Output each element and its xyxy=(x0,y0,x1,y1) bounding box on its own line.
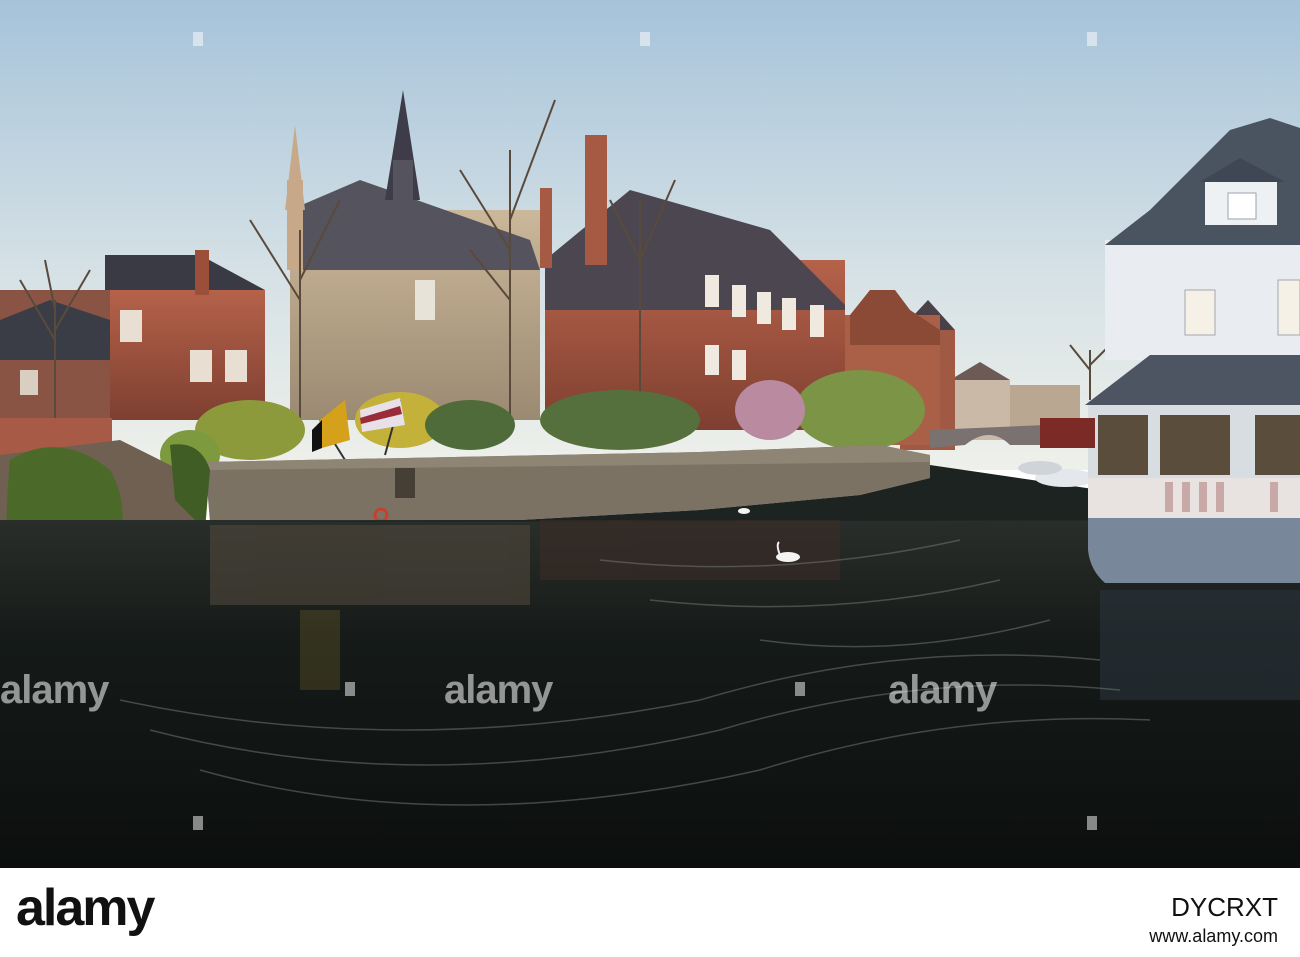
canal-scene-svg xyxy=(0,0,1300,868)
watermark-mark xyxy=(193,816,203,830)
watermark-mark xyxy=(1087,32,1097,46)
watermark-mark xyxy=(345,682,355,696)
watermark-mark xyxy=(795,682,805,696)
watermark-text: alamy xyxy=(888,668,997,712)
watermark-mark xyxy=(193,32,203,46)
canal-photo: alamy alamy alamy xyxy=(0,0,1300,868)
watermark-mark xyxy=(1087,816,1097,830)
footer-bar xyxy=(0,868,1300,957)
watermark-text: alamy xyxy=(0,668,109,712)
image-id: DYCRXT xyxy=(1171,892,1278,922)
alamy-logo: alamy xyxy=(16,879,155,937)
watermark-mark xyxy=(640,32,650,46)
watermark-text: alamy xyxy=(444,668,553,712)
site-url: www.alamy.com xyxy=(1149,926,1278,946)
